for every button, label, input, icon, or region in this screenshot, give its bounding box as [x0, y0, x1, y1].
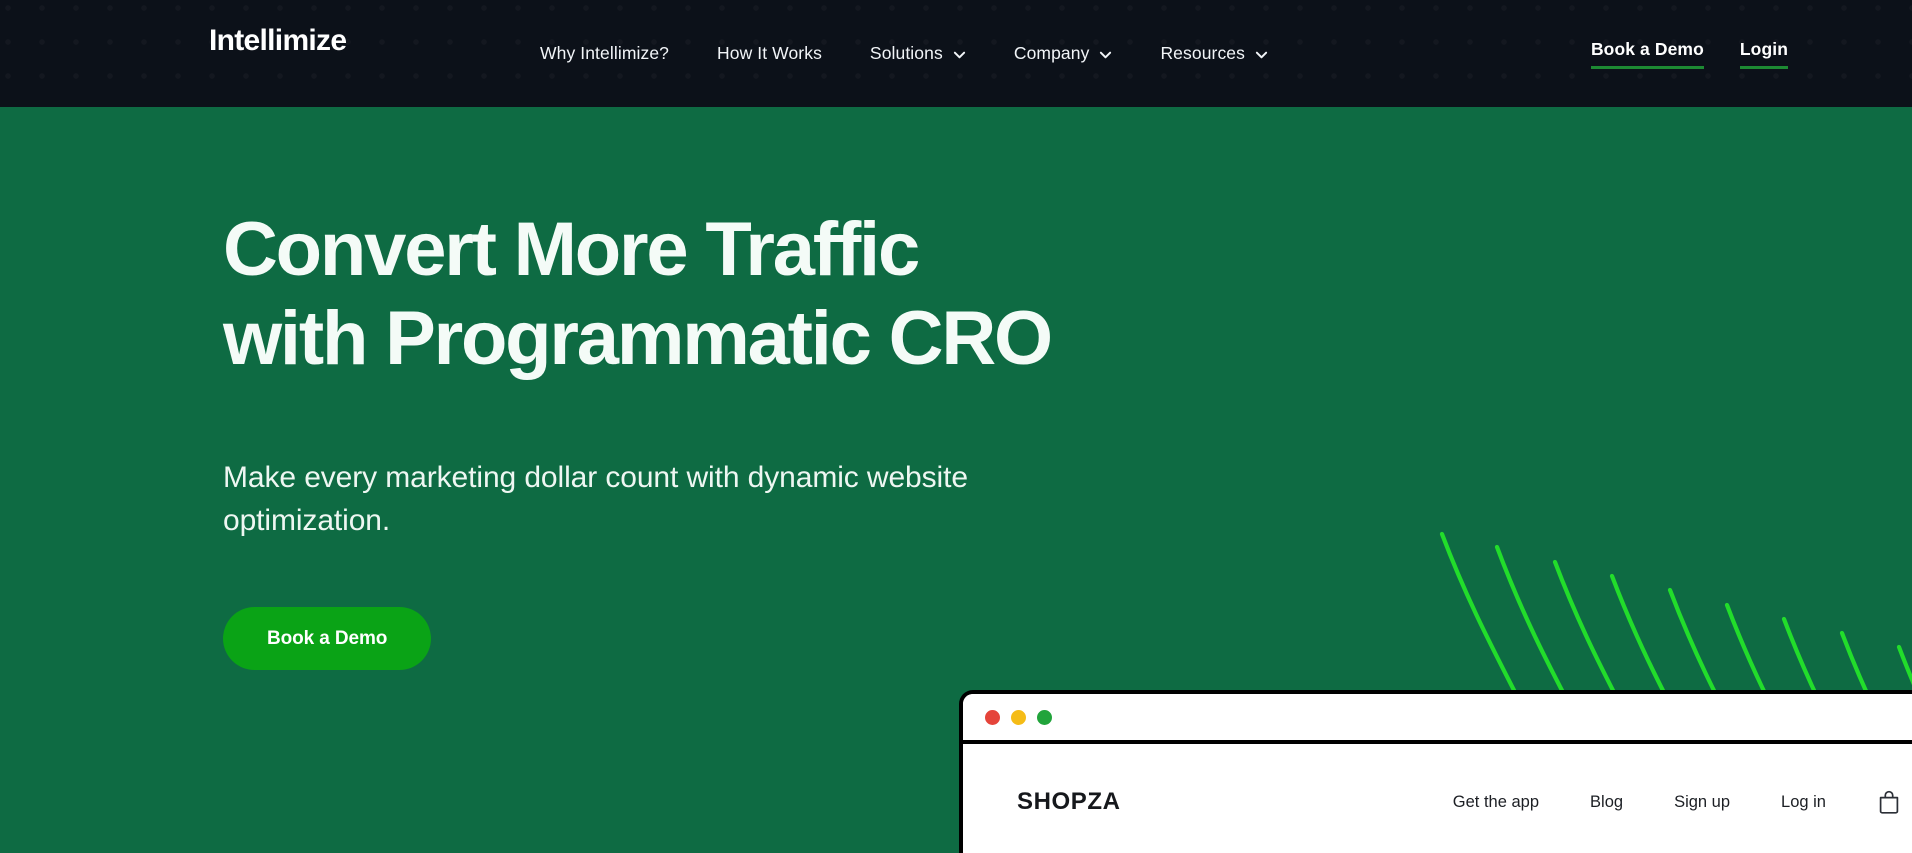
- nav-item-company[interactable]: Company: [990, 43, 1137, 64]
- mockup-site-nav: Get the app Blog Sign up Log in: [1453, 789, 1901, 815]
- shopza-logo[interactable]: SHOPZA: [1017, 788, 1121, 816]
- mockup-nav-log-in[interactable]: Log in: [1781, 793, 1826, 812]
- page-root: Intellimize Why Intellimize? How It Work…: [0, 0, 1912, 853]
- browser-mockup-window: SHOPZA Get the app Blog Sign up Log in: [959, 690, 1912, 853]
- browser-titlebar: [963, 694, 1912, 744]
- nav-item-label: Company: [1013, 43, 1090, 63]
- nav-item-label: Resources: [1160, 43, 1245, 63]
- nav-item-label: Why Intellimize?: [540, 43, 669, 63]
- chevron-down-icon: [1255, 48, 1268, 61]
- mockup-nav-blog[interactable]: Blog: [1590, 793, 1623, 812]
- mockup-nav-sign-up[interactable]: Sign up: [1674, 793, 1730, 812]
- page-title: Convert More Traffic with Programmatic C…: [223, 212, 1223, 377]
- top-navigation-bar: Intellimize Why Intellimize? How It Work…: [0, 0, 1912, 107]
- window-maximize-dot[interactable]: [1037, 709, 1052, 725]
- nav-item-label: Solutions: [869, 43, 943, 63]
- nav-item-resources[interactable]: Resources: [1136, 43, 1292, 64]
- hero-title-line-2: with Programmatic CRO: [223, 296, 1053, 381]
- intellimize-logo[interactable]: Intellimize: [209, 26, 347, 56]
- hero-title-line-1: Convert More Traffic: [223, 207, 920, 292]
- mockup-nav-get-the-app[interactable]: Get the app: [1453, 793, 1539, 812]
- nav-actions: Book a Demo Login: [1555, 0, 1912, 107]
- nav-item-label: How It Works: [717, 43, 822, 63]
- window-minimize-dot[interactable]: [1011, 709, 1026, 725]
- hero-subtitle: Make every marketing dollar count with d…: [223, 461, 968, 537]
- login-nav-link[interactable]: Login: [1739, 39, 1789, 69]
- shopping-bag-icon[interactable]: [1877, 789, 1901, 815]
- book-a-demo-nav-link[interactable]: Book a Demo: [1590, 39, 1704, 69]
- nav-item-why-intellimize[interactable]: Why Intellimize?: [516, 43, 693, 64]
- window-close-dot[interactable]: [985, 709, 1000, 725]
- primary-nav-links: Why Intellimize? How It Works Solutions …: [516, 0, 1292, 107]
- chevron-down-icon: [953, 48, 966, 61]
- nav-item-solutions[interactable]: Solutions: [846, 43, 990, 64]
- mockup-site-header: SHOPZA Get the app Blog Sign up Log in: [963, 744, 1912, 853]
- book-a-demo-button[interactable]: Book a Demo: [223, 607, 432, 671]
- hero-content: Convert More Traffic with Programmatic C…: [223, 212, 1223, 671]
- nav-item-how-it-works[interactable]: How It Works: [693, 43, 846, 64]
- chevron-down-icon: [1099, 48, 1112, 61]
